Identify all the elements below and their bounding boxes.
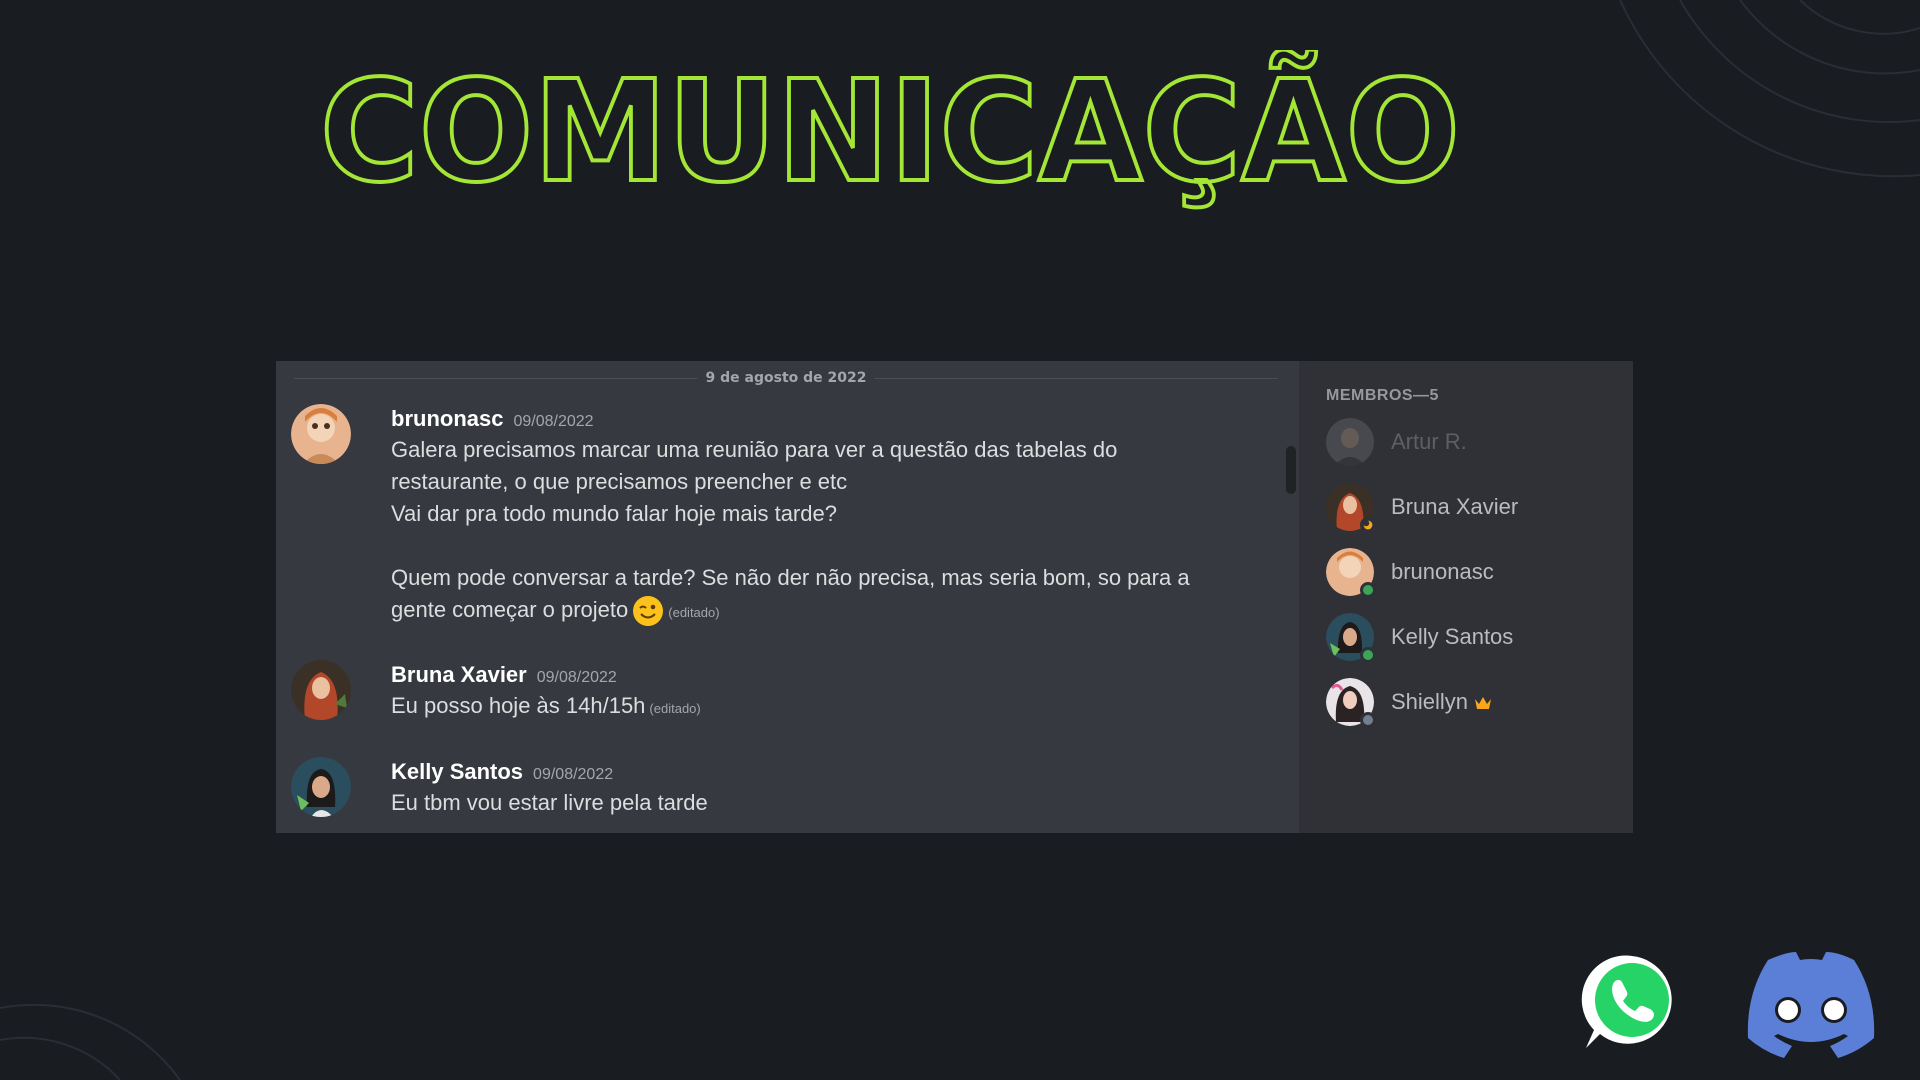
message-list[interactable]: 9 de agosto de 2022 brunonasc 09/08/2022 …	[276, 361, 1286, 833]
message-body: Bruna Xavier 09/08/2022 Eu posso hoje às …	[391, 660, 1261, 725]
message-timestamp: 09/08/2022	[536, 669, 617, 686]
page-title-text: COMUNICAÇÃO	[320, 50, 1460, 214]
message-author[interactable]: Kelly Santos	[391, 759, 523, 784]
decorative-arcs-bottom-left	[0, 1003, 181, 1080]
decorative-arcs-top-right	[1619, 0, 1920, 178]
members-header: MEMBROS—5	[1326, 387, 1439, 404]
whatsapp-logo-icon	[1581, 955, 1672, 1048]
members-sidebar: MEMBROS—5 Artur R. Bruna Xavier brunonas…	[1299, 361, 1633, 833]
avatar-kelly-santos[interactable]	[291, 757, 351, 817]
message-body: Kelly Santos 09/08/2022 Eu tbm vou estar …	[391, 757, 1261, 819]
message-line-blank	[391, 530, 1261, 562]
message-text: Eu posso hoje às 14h/15h (editado)	[391, 690, 1261, 725]
message-line-last: gente começar o projeto (editado)	[391, 594, 1261, 629]
message-text: Eu tbm vou estar livre pela tarde	[391, 787, 1261, 819]
message-author[interactable]: brunonasc	[391, 406, 503, 431]
message-body: brunonasc 09/08/2022 Galera precisamos ma…	[391, 404, 1261, 629]
message-line: Eu posso hoje às 14h/15h	[391, 693, 646, 718]
date-divider: 9 de agosto de 2022	[294, 369, 1278, 387]
member-name: Artur R.	[1391, 429, 1467, 454]
message-text: Galera precisamos marcar uma reunião par…	[391, 434, 1261, 629]
member-item-shiellyn[interactable]: Shiellyn	[1326, 678, 1626, 728]
edited-label: (editado)	[649, 701, 701, 716]
message-line: restaurante, o que precisamos preencher …	[391, 469, 848, 494]
scrollbar-thumb[interactable]	[1286, 446, 1296, 494]
message-line: Eu tbm vou estar livre pela tarde	[391, 790, 708, 815]
message-header: Bruna Xavier 09/08/2022	[391, 660, 1261, 690]
page-title: COMUNICAÇÃO	[318, 50, 1462, 216]
winking-face-emoji-icon	[633, 596, 664, 627]
member-item-bruna-xavier[interactable]: Bruna Xavier	[1326, 483, 1626, 533]
idle-moon-icon	[1360, 517, 1376, 533]
member-item-artur[interactable]: Artur R.	[1326, 418, 1626, 468]
member-item-kelly-santos[interactable]: Kelly Santos	[1326, 613, 1626, 663]
date-divider-label: 9 de agosto de 2022	[697, 369, 875, 387]
member-avatar	[1326, 418, 1374, 466]
avatar-bruna-xavier[interactable]	[291, 660, 351, 720]
member-name: Shiellyn	[1391, 689, 1469, 714]
avatar-brunonasc[interactable]	[291, 404, 351, 464]
message-header: Kelly Santos 09/08/2022	[391, 757, 1261, 787]
message-line: Vai dar pra todo mundo falar hoje mais t…	[391, 501, 837, 526]
crown-icon	[1475, 697, 1492, 710]
offline-status-icon	[1360, 712, 1376, 728]
message-header: brunonasc 09/08/2022	[391, 404, 1261, 434]
online-status-icon	[1360, 582, 1376, 598]
message-timestamp: 09/08/2022	[513, 413, 594, 430]
member-name: Bruna Xavier	[1391, 494, 1519, 519]
message-line: Galera precisamos marcar uma reunião par…	[391, 437, 1118, 462]
chat-panel: 9 de agosto de 2022 brunonasc 09/08/2022 …	[276, 361, 1633, 833]
discord-logo-icon	[1747, 952, 1875, 1058]
message-line: gente começar o projeto	[391, 597, 629, 622]
member-name: Kelly Santos	[1391, 624, 1514, 649]
member-name: brunonasc	[1391, 559, 1494, 584]
message-line: Quem pode conversar a tarde? Se não der …	[391, 565, 1190, 590]
edited-label: (editado)	[668, 605, 720, 620]
online-status-icon	[1360, 647, 1376, 663]
message-timestamp: 09/08/2022	[533, 766, 614, 783]
member-item-brunonasc[interactable]: brunonasc	[1326, 548, 1626, 598]
member-name-row: Shiellyn	[1391, 678, 1492, 726]
message-author[interactable]: Bruna Xavier	[391, 662, 527, 687]
